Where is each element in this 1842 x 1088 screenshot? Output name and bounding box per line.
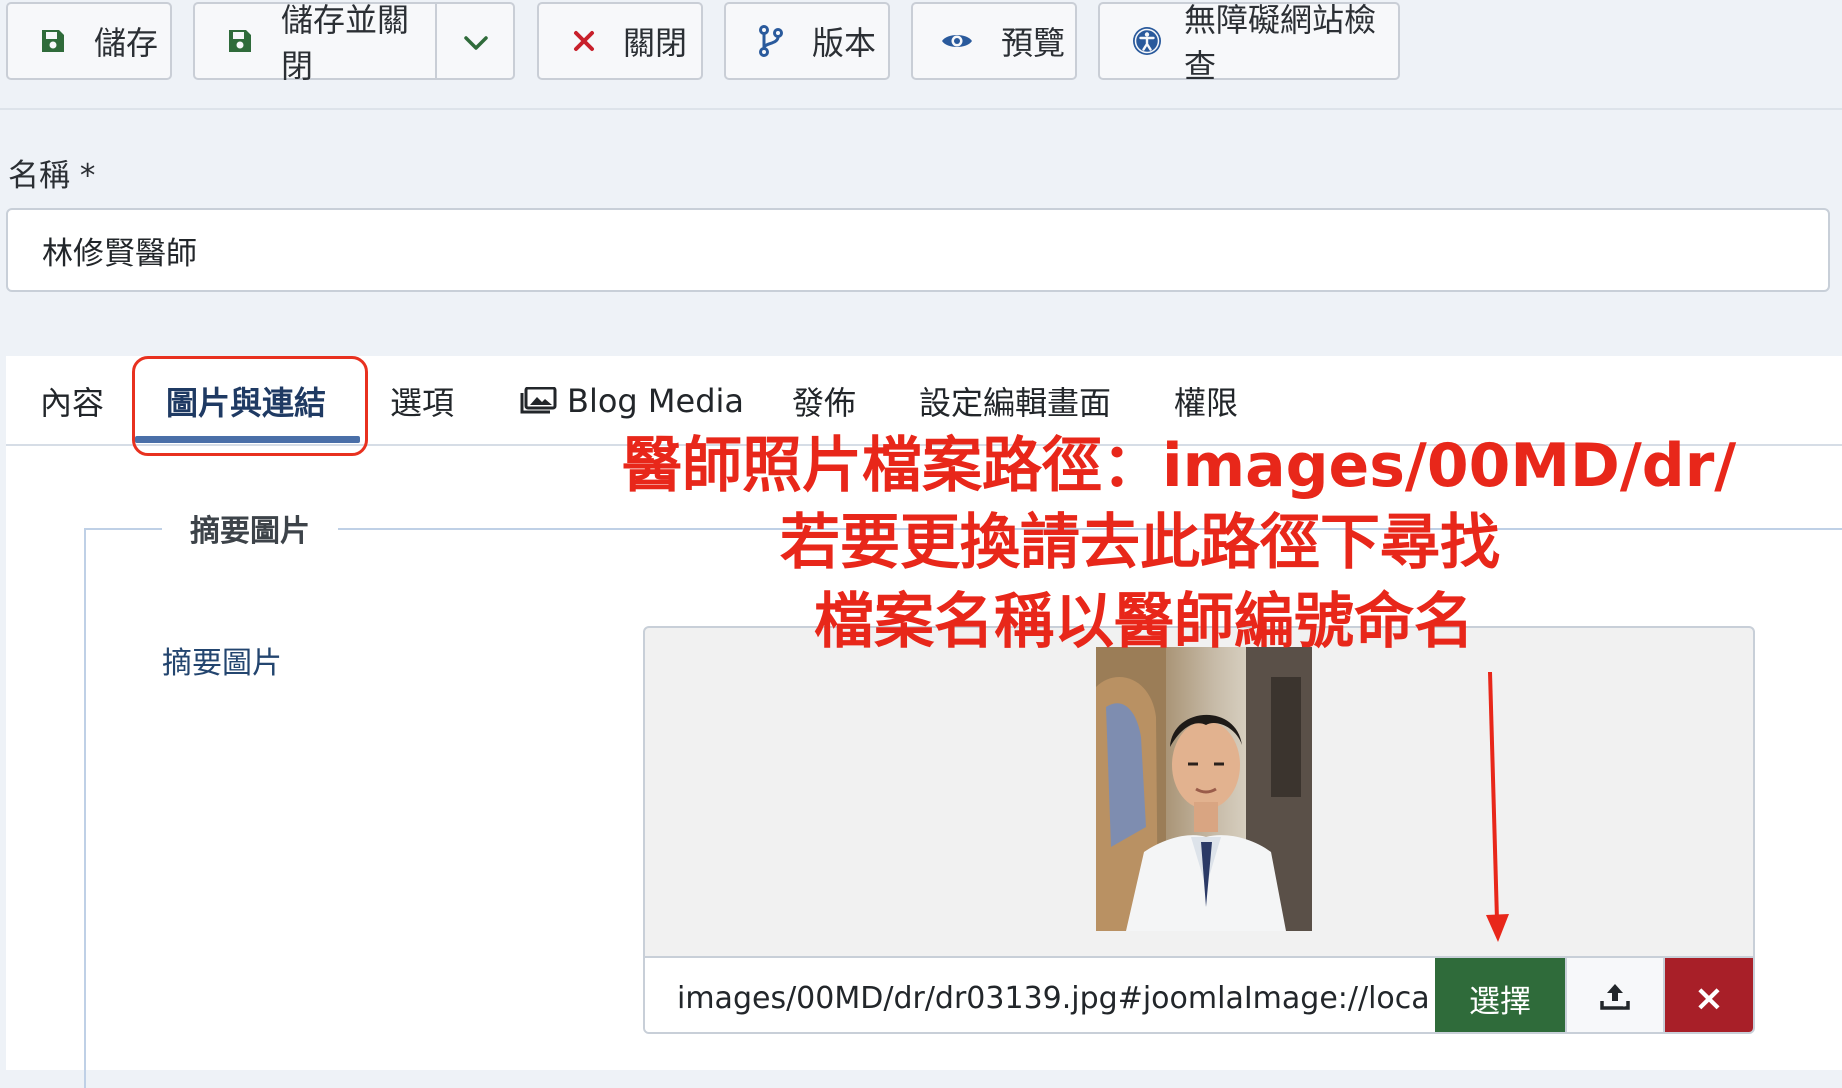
- tab-blog-media-label: Blog Media: [567, 382, 745, 420]
- close-icon: ×: [1693, 977, 1725, 1019]
- fieldset-legend: 摘要圖片: [162, 506, 338, 550]
- versions-button[interactable]: 版本: [724, 2, 890, 80]
- chevron-down-icon: [463, 22, 489, 60]
- tab-editor-config[interactable]: 設定編輯畫面: [919, 378, 1111, 424]
- doctor-photo-preview: [1096, 647, 1312, 931]
- intro-image-label: 摘要圖片: [162, 646, 282, 681]
- tab-options[interactable]: 選項: [390, 378, 454, 424]
- annotation-line-2: 若要更換請去此路徑下尋找: [780, 508, 1500, 578]
- annotation-line-3: 檔案名稱以醫師編號命名: [814, 587, 1474, 657]
- accessibility-check-label: 無障礙網站檢查: [1184, 1, 1377, 85]
- images-icon: [519, 387, 557, 415]
- save-close-group: 儲存並關閉: [193, 1, 515, 85]
- image-path-value: images/00MD/dr/dr03139.jpg#joomlaImage:/…: [677, 980, 1430, 1016]
- preview-button[interactable]: 預覽: [911, 2, 1077, 80]
- tab-content[interactable]: 內容: [40, 378, 104, 424]
- name-input[interactable]: 林修賢醫師: [6, 208, 1830, 292]
- name-value: 林修賢醫師: [42, 235, 197, 272]
- tab-blog-media[interactable]: Blog Media: [519, 378, 744, 424]
- annotation-line-1: 醫師照片檔案路徑：images/00MD/dr/: [622, 431, 1737, 501]
- annotation-highlight-box: [132, 356, 368, 456]
- image-path-input[interactable]: images/00MD/dr/dr03139.jpg#joomlaImage:/…: [645, 958, 1435, 1032]
- upload-button[interactable]: [1565, 958, 1665, 1032]
- floppy-disk-icon: [40, 28, 66, 54]
- upload-icon: [1600, 981, 1630, 1015]
- universal-access-icon: [1132, 26, 1162, 56]
- media-field: images/00MD/dr/dr03139.jpg#joomlaImage:/…: [643, 626, 1755, 1034]
- close-button[interactable]: 關閉: [537, 2, 703, 80]
- toolbar: 儲存 儲存並關閉 關閉 版本 預覽 無障礙網站檢查: [0, 0, 1842, 110]
- save-close-label: 儲存並關閉: [281, 1, 410, 85]
- annotation-arrow: [1486, 671, 1509, 942]
- code-branch-icon: [758, 25, 784, 57]
- eye-icon: [941, 30, 973, 52]
- close-label: 關閉: [623, 24, 688, 62]
- tab-publishing[interactable]: 發佈: [792, 378, 856, 424]
- save-label: 儲存: [94, 24, 159, 62]
- accessibility-check-button[interactable]: 無障礙網站檢查: [1098, 1, 1400, 85]
- save-close-button[interactable]: 儲存並關閉: [195, 1, 435, 85]
- floppy-disk-icon: [227, 28, 253, 54]
- preview-label: 預覽: [1001, 24, 1066, 62]
- name-label: 名稱 *: [8, 158, 96, 194]
- clear-image-button[interactable]: ×: [1665, 958, 1753, 1032]
- x-icon: [573, 30, 595, 52]
- tab-permissions[interactable]: 權限: [1174, 378, 1238, 424]
- versions-label: 版本: [812, 24, 877, 62]
- select-image-button[interactable]: 選擇: [1435, 958, 1565, 1032]
- save-dropdown-toggle[interactable]: [437, 4, 515, 78]
- media-input-group: images/00MD/dr/dr03139.jpg#joomlaImage:/…: [645, 956, 1753, 1032]
- save-button[interactable]: 儲存: [6, 2, 172, 80]
